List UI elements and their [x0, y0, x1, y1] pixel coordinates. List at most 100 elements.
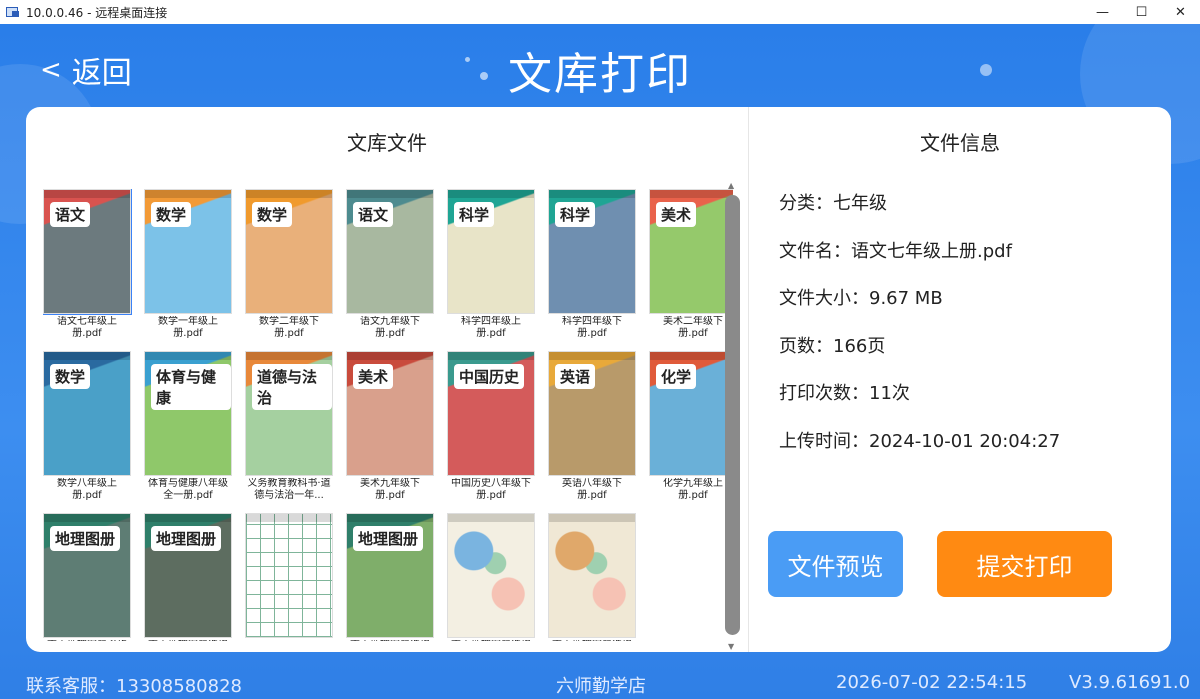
- book-cover-thumbnail: [447, 513, 535, 638]
- footer: 联系客服：13308580828 六师勤学店 2026-07-02 22:54:…: [0, 672, 1200, 697]
- file-tile[interactable]: 语文 语文九年级下册.pdf: [346, 189, 434, 342]
- cover-title: 美术: [656, 202, 697, 227]
- close-button[interactable]: ✕: [1161, 0, 1200, 24]
- book-cover-thumbnail: 地理图册: [144, 513, 232, 638]
- book-cover-thumbnail: 数学: [144, 189, 232, 314]
- file-tile[interactable]: 数学 数学一年级上册.pdf: [144, 189, 232, 342]
- file-tile[interactable]: 地理图册高中地理图册必修 第...: [43, 513, 131, 641]
- book-cover-thumbnail: [548, 513, 636, 638]
- cover-title: 地理图册: [151, 526, 222, 551]
- file-tile[interactable]: 数学 数学二年级下册.pdf: [245, 189, 333, 342]
- minimize-button[interactable]: —: [1083, 0, 1122, 24]
- window-title: 10.0.0.46 - 远程桌面连接: [26, 5, 168, 20]
- cover-band: [44, 190, 130, 198]
- cover-title: 美术: [353, 364, 394, 389]
- cover-title: 地理图册: [353, 526, 424, 551]
- cover-band: [246, 190, 332, 198]
- library-heading: 文库文件: [347, 131, 427, 155]
- file-grid: 语文 语文七年级上册.pdf 数学 数学一年级上册.pdf 数学 数学二年级下册.pdf 语…: [43, 189, 733, 641]
- file-tile[interactable]: 体育与健康 体育与健康八年级全一册.pdf: [144, 351, 232, 504]
- window-controls: — ☐ ✕: [1083, 0, 1200, 24]
- version: V3.9.61691.0: [1069, 672, 1191, 693]
- file-details: 分类：七年级 文件名：语文七年级上册.pdf 文件大小：9.67 MB 页数：1…: [779, 189, 1159, 474]
- file-tile[interactable]: 地理图册高中地理图册选择性必...: [346, 513, 434, 641]
- scroll-down-icon[interactable]: ▼: [728, 642, 734, 651]
- file-name: 英语八年级下册.pdf: [562, 478, 622, 501]
- details-heading: 文件信息: [920, 131, 1000, 155]
- detail-pages: 页数：166页: [779, 335, 886, 357]
- detail-filesize: 文件大小：9.67 MB: [779, 288, 943, 309]
- file-name: 语文七年级上册.pdf: [57, 316, 117, 339]
- file-tile[interactable]: 美术 美术九年级下册.pdf: [346, 351, 434, 504]
- cover-band: [549, 190, 635, 198]
- book-cover-thumbnail: 美术: [649, 189, 733, 314]
- file-tile[interactable]: 高中地理图册选择性必...: [447, 513, 535, 641]
- cover-band: [448, 190, 534, 198]
- book-cover-thumbnail: 科学: [548, 189, 636, 314]
- cover-title: 语文: [50, 202, 91, 227]
- file-tile[interactable]: 化学化学九年级上册.pdf: [649, 351, 733, 504]
- book-cover-thumbnail: 语文: [43, 189, 132, 315]
- submit-print-button[interactable]: 提交打印: [937, 531, 1112, 597]
- page-title: 文库打印: [508, 49, 692, 100]
- panel-divider: [748, 107, 749, 652]
- cover-band: [448, 352, 534, 360]
- file-name: 数学二年级下册.pdf: [259, 316, 319, 339]
- file-name: 义务教育教科书·道德与法治一年...: [247, 478, 331, 501]
- file-tile[interactable]: 高中地理图册选择性必...: [548, 513, 636, 641]
- book-cover-thumbnail: 中国历史: [447, 351, 535, 476]
- cover-title: 中国历史: [454, 364, 525, 389]
- scroll-up-icon[interactable]: ▲: [728, 181, 734, 190]
- file-name: [245, 640, 333, 641]
- cover-title: 英语: [555, 364, 596, 389]
- scrollbar-thumb[interactable]: [725, 195, 740, 635]
- remote-desktop-icon: [6, 6, 20, 18]
- book-cover-thumbnail: 数学: [43, 351, 131, 476]
- file-name: 高中地理图册选择性必...: [447, 640, 535, 641]
- file-tile[interactable]: 英语英语八年级下册.pdf: [548, 351, 636, 504]
- file-tile[interactable]: [245, 513, 333, 641]
- file-name: 体育与健康八年级全一册.pdf: [148, 478, 228, 501]
- file-tile[interactable]: 道德与法治义务教育教科书·道德与法治一年...: [245, 351, 333, 504]
- cover-title: 道德与法治: [252, 364, 332, 410]
- cover-band: [347, 352, 433, 360]
- file-name: 化学九年级上册.pdf: [663, 478, 723, 501]
- file-tile[interactable]: 中国历史中国历史八年级下册.pdf: [447, 351, 535, 504]
- book-cover-thumbnail: 英语: [548, 351, 636, 476]
- detail-filename: 文件名：语文七年级上册.pdf: [779, 240, 1012, 262]
- book-cover-thumbnail: 地理图册: [346, 513, 434, 638]
- cover-title: 科学: [454, 202, 495, 227]
- file-tile[interactable]: 美术美术二年级下册.pdf: [649, 189, 733, 342]
- file-preview-button[interactable]: 文件预览: [768, 531, 903, 597]
- cover-band: [44, 514, 130, 522]
- file-tile[interactable]: 语文语文七年级上册.pdf: [43, 189, 132, 342]
- file-tile[interactable]: 科学科学四年级上册.pdf: [447, 189, 535, 342]
- file-name: 高中地理图册选择性必...: [346, 640, 434, 641]
- file-name: 高中地理图册选择性必...: [548, 640, 636, 641]
- file-name: 数学八年级上册.pdf: [57, 478, 117, 501]
- file-name: 语文九年级下册.pdf: [360, 316, 420, 339]
- book-cover-thumbnail: 化学: [649, 351, 733, 476]
- file-tile[interactable]: 地理图册高中地理图册选择性必...: [144, 513, 232, 641]
- cover-band: [145, 190, 231, 198]
- cover-band: [145, 352, 231, 360]
- cover-band: [145, 514, 231, 522]
- file-tile[interactable]: 科学 科学四年级下册.pdf: [548, 189, 636, 342]
- main-panel: 文库文件 语文 语文七年级上册.pdf 数学 数学一年级上册.pdf 数学 数学二年级下册…: [26, 107, 1171, 652]
- cover-band: [246, 352, 332, 360]
- file-tile[interactable]: 数学 数学八年级上册.pdf: [43, 351, 131, 504]
- cover-band: [650, 190, 733, 198]
- book-cover-thumbnail: 体育与健康: [144, 351, 232, 476]
- file-name: 科学四年级上册.pdf: [461, 316, 521, 339]
- cover-title: 数学: [151, 202, 192, 227]
- file-name: 美术二年级下册.pdf: [663, 316, 723, 339]
- book-cover-thumbnail: 地理图册: [43, 513, 131, 638]
- maximize-button[interactable]: ☐: [1122, 0, 1161, 24]
- file-name: 中国历史八年级下册.pdf: [451, 478, 531, 501]
- cover-title: 化学: [656, 364, 697, 389]
- file-name: 高中地理图册必修 第...: [43, 640, 131, 641]
- cover-title: 科学: [555, 202, 596, 227]
- book-cover-thumbnail: [245, 513, 333, 638]
- file-name: 高中地理图册选择性必...: [144, 640, 232, 641]
- file-grid-scrollbar[interactable]: ▲ ▼: [724, 181, 740, 651]
